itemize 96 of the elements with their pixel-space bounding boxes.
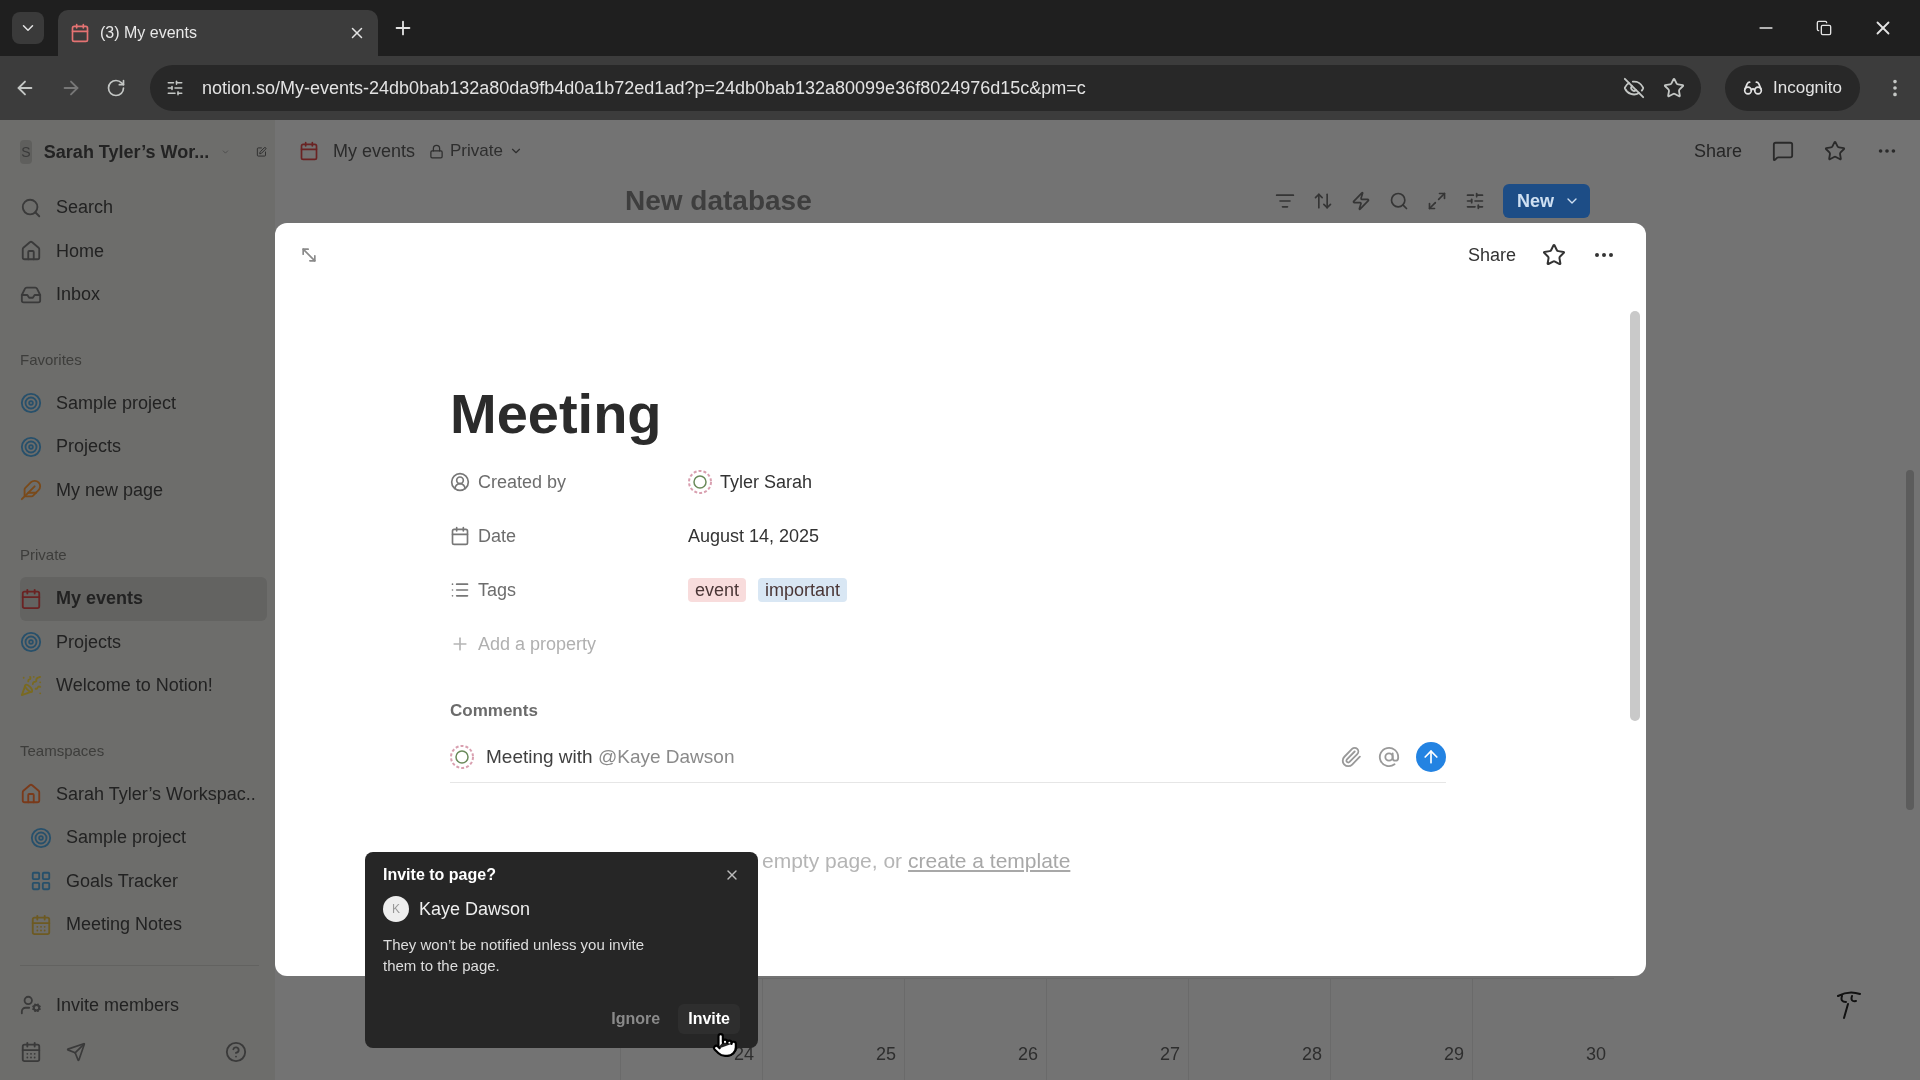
tag[interactable]: event (688, 577, 747, 602)
person-icon (450, 472, 470, 492)
target-icon (30, 826, 52, 849)
property-value: August 14, 2025 (688, 525, 820, 547)
user-gear-icon (20, 994, 42, 1017)
incognito-button[interactable]: Incognito (1725, 65, 1860, 111)
filter-icon[interactable] (1275, 191, 1295, 211)
comment-input[interactable]: Meeting with @Kaye Dawson (486, 745, 735, 768)
calendar-day: 28 (1188, 1036, 1330, 1080)
workspace-name[interactable]: Sarah Tyler’s Wor... (43, 141, 210, 163)
hint-text: empty page, or (762, 849, 903, 873)
sidebar-item[interactable]: My new page (20, 468, 267, 512)
calendar-icon (450, 526, 470, 546)
reload-icon[interactable] (106, 78, 126, 98)
squiggle-icon[interactable] (1834, 988, 1864, 1022)
send-icon[interactable] (66, 1042, 86, 1062)
property-label: Created by (478, 471, 567, 493)
comments-heading: Comments (450, 701, 539, 721)
bookmark-star-icon[interactable] (1663, 77, 1685, 99)
grid-icon (30, 870, 52, 893)
sidebar-item[interactable]: Meeting Notes (20, 903, 267, 947)
sidebar-item[interactable]: My events (20, 577, 267, 621)
target-icon (20, 392, 42, 415)
paperclip-icon[interactable] (1340, 745, 1362, 768)
calendar-day: 30 (1472, 1036, 1614, 1080)
star-icon[interactable] (1824, 140, 1846, 162)
calendar-day: 27 (1046, 1036, 1188, 1080)
scrollbar[interactable] (1630, 311, 1640, 721)
sidebar-item[interactable]: Sarah Tyler’s Workspac.. (20, 772, 267, 816)
restore-icon[interactable] (1816, 20, 1832, 36)
property-label: Tags (478, 579, 517, 601)
sidebar-item[interactable]: Search (20, 186, 267, 230)
ignore-button[interactable]: Ignore (601, 1004, 671, 1034)
avatar-icon (450, 744, 474, 769)
share-button[interactable]: Share (1467, 244, 1516, 266)
sort-icon[interactable] (1313, 191, 1333, 211)
property-label: Date (478, 525, 517, 547)
feather-icon (20, 479, 42, 502)
collapse-icon[interactable] (299, 245, 319, 265)
sidebar-item[interactable]: Welcome to Notion! (20, 664, 267, 708)
home-icon (20, 240, 42, 263)
send-button[interactable] (1416, 741, 1446, 772)
address-bar[interactable]: notion.so/My-events-24db0bab132a80da9fb4d0a1b72ed1ad?p=24db0bab132a80099e36f8024976d15c&pm=c (150, 65, 1701, 111)
settings-icon[interactable] (1465, 191, 1485, 211)
url-text: notion.so/My-events-24db0bab132a80da9fb4d0a1b72ed1ad?p=24db0bab132a80099e36f8024976d15c&pm=c (202, 77, 1087, 99)
sidebar-item[interactable]: Sample project (20, 381, 267, 425)
calendar-day: 26 (904, 1036, 1046, 1080)
tab-title: (3) My events (100, 24, 198, 42)
house-icon (20, 783, 42, 806)
popup-message: They won’t be notified unless you invite them to the page. (383, 935, 645, 976)
party-popper-icon (20, 674, 42, 697)
target-icon (20, 435, 42, 458)
new-button[interactable]: New (1503, 184, 1590, 218)
share-button[interactable]: Share (1693, 140, 1742, 162)
expand-icon[interactable] (1427, 191, 1447, 211)
eye-off-icon[interactable] (1623, 77, 1645, 99)
star-icon[interactable] (1542, 243, 1566, 267)
calendar-icon (299, 141, 319, 161)
sidebar-item[interactable]: Projects (20, 425, 267, 469)
search-icon[interactable] (1389, 191, 1409, 211)
calendar-icon (30, 913, 52, 936)
sidebar-item[interactable]: Invite members (20, 983, 267, 1027)
sidebar-item[interactable]: Inbox (20, 273, 267, 317)
comment-icon[interactable] (1772, 140, 1794, 162)
property-value: Tyler Sarah (720, 471, 813, 493)
sidebar-item[interactable]: Home (20, 229, 267, 273)
create-template-link[interactable]: create a template (908, 849, 1071, 873)
target-icon (20, 631, 42, 654)
add-property-button[interactable]: Add a property (450, 617, 1446, 671)
calendar-icon (70, 23, 90, 43)
sidebar-item[interactable]: Goals Tracker (20, 859, 267, 903)
lock-icon (429, 143, 445, 159)
popup-title: Invite to page? (383, 866, 496, 884)
lightning-icon[interactable] (1351, 191, 1371, 211)
page-title: Meeting (450, 381, 663, 447)
tab-list-button[interactable] (12, 12, 44, 44)
sidebar-item[interactable]: Sample project (20, 816, 267, 860)
invite-button[interactable]: Invite (678, 1004, 740, 1034)
tag[interactable]: important (758, 577, 848, 602)
calendar-day: 25 (762, 1036, 904, 1080)
calendar-day: 29 (1330, 1036, 1472, 1080)
help-icon[interactable] (225, 1041, 247, 1063)
list-icon (450, 580, 470, 600)
person-name: Kaye Dawson (419, 898, 531, 920)
glasses-icon (1743, 78, 1763, 98)
search-icon (20, 196, 42, 219)
calendar-icon (20, 587, 42, 610)
sidebar-item[interactable]: Projects (20, 620, 267, 664)
browser-tab[interactable]: (3) My events (58, 10, 378, 56)
privacy-label[interactable]: Private (429, 141, 523, 161)
mention-icon[interactable] (1378, 745, 1400, 768)
avatar: K (383, 896, 409, 922)
calendar-icon[interactable] (20, 1041, 42, 1063)
site-settings-icon (166, 79, 184, 97)
avatar-icon (688, 470, 712, 494)
breadcrumb[interactable]: My events (333, 140, 416, 162)
